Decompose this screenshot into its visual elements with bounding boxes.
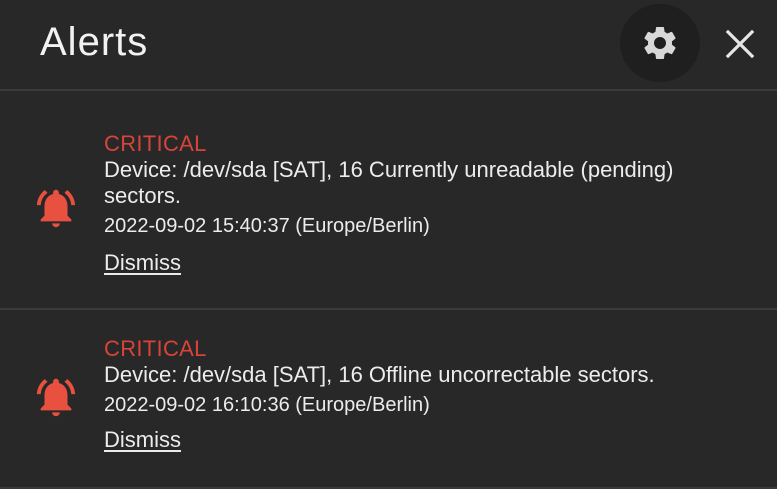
alert-timestamp: 2022-09-02 15:40:37 (Europe/Berlin)	[104, 215, 430, 237]
dismiss-link[interactable]: Dismiss	[104, 426, 181, 454]
alert-content: CRITICAL Device: /dev/sda [SAT], 16 Offl…	[104, 336, 747, 454]
settings-button[interactable]	[620, 4, 700, 82]
close-button[interactable]	[718, 22, 762, 66]
panel-title: Alerts	[40, 20, 149, 64]
alert-item: CRITICAL Device: /dev/sda [SAT], 16 Curr…	[0, 91, 777, 310]
alert-item: CRITICAL Device: /dev/sda [SAT], 16 Offl…	[0, 310, 777, 489]
alerts-panel: Alerts CRITICAL Device: /dev/sda [SAT], …	[0, 0, 777, 489]
bell-alert-icon	[36, 189, 76, 228]
bell-alert-icon	[36, 378, 76, 417]
alert-level: CRITICAL	[104, 336, 207, 361]
alert-level: CRITICAL	[104, 131, 207, 156]
alert-content: CRITICAL Device: /dev/sda [SAT], 16 Curr…	[104, 131, 747, 277]
alert-timestamp: 2022-09-02 16:10:36 (Europe/Berlin)	[104, 394, 430, 416]
gear-icon	[644, 26, 676, 59]
alert-message: Device: /dev/sda [SAT], 16 Offline uncor…	[104, 362, 655, 387]
close-icon	[725, 29, 755, 59]
dismiss-link[interactable]: Dismiss	[104, 249, 181, 277]
alerts-header: Alerts	[0, 0, 777, 91]
alert-message: Device: /dev/sda [SAT], 16 Currently unr…	[104, 157, 674, 208]
